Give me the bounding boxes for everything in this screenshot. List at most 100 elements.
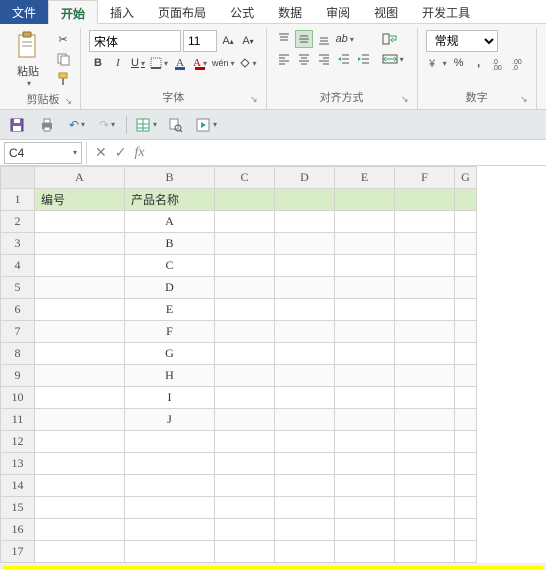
cell-G13[interactable] <box>455 453 477 475</box>
cell-C7[interactable] <box>215 321 275 343</box>
cell-F13[interactable] <box>395 453 455 475</box>
cell-F7[interactable] <box>395 321 455 343</box>
dialog-launcher-icon[interactable]: ↘ <box>401 94 409 105</box>
cell-B8[interactable]: G <box>125 343 215 365</box>
cell-E12[interactable] <box>335 431 395 453</box>
row-header-3[interactable]: 3 <box>1 233 35 255</box>
cell-A11[interactable] <box>35 409 125 431</box>
cell-D12[interactable] <box>275 431 335 453</box>
cell-C5[interactable] <box>215 277 275 299</box>
col-header-B[interactable]: B <box>125 167 215 189</box>
cell-A8[interactable] <box>35 343 125 365</box>
align-center-button[interactable] <box>295 50 313 68</box>
cell-E6[interactable] <box>335 299 395 321</box>
select-all-corner[interactable] <box>1 167 35 189</box>
cell-A7[interactable] <box>35 321 125 343</box>
cell-B14[interactable] <box>125 475 215 497</box>
cell-B3[interactable]: B <box>125 233 215 255</box>
tab-dev[interactable]: 开发工具 <box>410 0 482 24</box>
cell-C12[interactable] <box>215 431 275 453</box>
cell-D13[interactable] <box>275 453 335 475</box>
cell-G16[interactable] <box>455 519 477 541</box>
font-color-a-button[interactable]: A <box>171 54 189 72</box>
cell-E17[interactable] <box>335 541 395 563</box>
col-header-E[interactable]: E <box>335 167 395 189</box>
format-painter-button[interactable] <box>54 70 72 88</box>
currency-button[interactable]: ¥▾ <box>426 54 448 72</box>
cell-G12[interactable] <box>455 431 477 453</box>
cell-E13[interactable] <box>335 453 395 475</box>
row-header-15[interactable]: 15 <box>1 497 35 519</box>
tab-data[interactable]: 数据 <box>266 0 314 24</box>
cell-D8[interactable] <box>275 343 335 365</box>
align-bottom-button[interactable] <box>315 30 333 48</box>
cell-B15[interactable] <box>125 497 215 519</box>
decrease-font-button[interactable]: A▾ <box>239 32 257 50</box>
cell-B7[interactable]: F <box>125 321 215 343</box>
tab-insert[interactable]: 插入 <box>98 0 146 24</box>
cell-A17[interactable] <box>35 541 125 563</box>
underline-button[interactable]: U▾ <box>129 54 147 72</box>
font-name-combo[interactable] <box>89 30 181 52</box>
redo-button[interactable]: ↷▾ <box>96 114 118 136</box>
col-header-F[interactable]: F <box>395 167 455 189</box>
cell-C16[interactable] <box>215 519 275 541</box>
col-header-A[interactable]: A <box>35 167 125 189</box>
col-header-D[interactable]: D <box>275 167 335 189</box>
cell-F5[interactable] <box>395 277 455 299</box>
decrease-indent-button[interactable] <box>335 50 353 68</box>
row-header-1[interactable]: 1 <box>1 189 35 211</box>
cell-G10[interactable] <box>455 387 477 409</box>
cell-D10[interactable] <box>275 387 335 409</box>
cell-D5[interactable] <box>275 277 335 299</box>
row-header-10[interactable]: 10 <box>1 387 35 409</box>
cell-D11[interactable] <box>275 409 335 431</box>
cell-C11[interactable] <box>215 409 275 431</box>
cell-G3[interactable] <box>455 233 477 255</box>
cell-G15[interactable] <box>455 497 477 519</box>
col-header-C[interactable]: C <box>215 167 275 189</box>
align-right-button[interactable] <box>315 50 333 68</box>
cell-A4[interactable] <box>35 255 125 277</box>
cell-A5[interactable] <box>35 277 125 299</box>
save-button[interactable] <box>6 114 28 136</box>
cell-G14[interactable] <box>455 475 477 497</box>
phonetic-button[interactable]: wén▾ <box>211 54 236 72</box>
cell-E5[interactable] <box>335 277 395 299</box>
font-size-combo[interactable] <box>183 30 217 52</box>
cell-E9[interactable] <box>335 365 395 387</box>
dialog-launcher-icon[interactable]: ↘ <box>64 96 72 107</box>
cell-B16[interactable] <box>125 519 215 541</box>
increase-font-button[interactable]: A▴ <box>219 32 237 50</box>
increase-indent-button[interactable] <box>355 50 373 68</box>
cell-D17[interactable] <box>275 541 335 563</box>
cell-B17[interactable] <box>125 541 215 563</box>
cell-E16[interactable] <box>335 519 395 541</box>
cell-A3[interactable] <box>35 233 125 255</box>
tab-formula[interactable]: 公式 <box>218 0 266 24</box>
cell-E8[interactable] <box>335 343 395 365</box>
cell-G17[interactable] <box>455 541 477 563</box>
cell-F17[interactable] <box>395 541 455 563</box>
cell-D9[interactable] <box>275 365 335 387</box>
cell-A9[interactable] <box>35 365 125 387</box>
cell-A12[interactable] <box>35 431 125 453</box>
cell-C4[interactable] <box>215 255 275 277</box>
cell-E3[interactable] <box>335 233 395 255</box>
cell-G11[interactable] <box>455 409 477 431</box>
formula-input[interactable] <box>153 143 538 163</box>
cell-A10[interactable] <box>35 387 125 409</box>
cell-C8[interactable] <box>215 343 275 365</box>
cell-C17[interactable] <box>215 541 275 563</box>
cell-D1[interactable] <box>275 189 335 211</box>
row-header-2[interactable]: 2 <box>1 211 35 233</box>
cell-A1[interactable]: 编号 <box>35 189 125 211</box>
row-header-7[interactable]: 7 <box>1 321 35 343</box>
cell-C10[interactable] <box>215 387 275 409</box>
cell-F14[interactable] <box>395 475 455 497</box>
cell-D16[interactable] <box>275 519 335 541</box>
increase-decimal-button[interactable]: .0.00 <box>490 54 508 72</box>
dialog-launcher-icon[interactable]: ↘ <box>250 94 258 105</box>
cell-D15[interactable] <box>275 497 335 519</box>
number-format-combo[interactable]: 常规 <box>426 30 498 52</box>
